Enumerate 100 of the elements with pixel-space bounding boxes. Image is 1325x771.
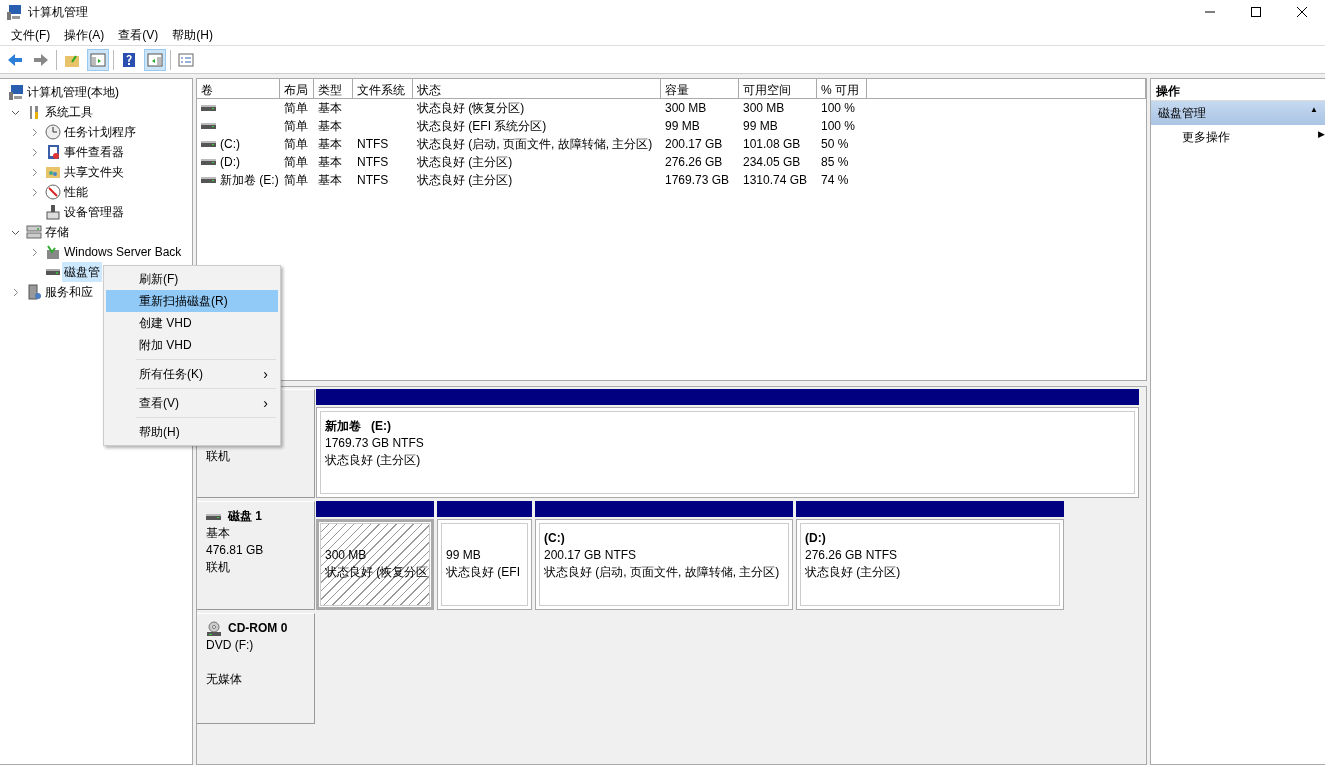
column-header[interactable]: 容量 [661, 79, 739, 99]
window-title: 计算机管理 [28, 4, 88, 21]
close-icon [1297, 7, 1307, 17]
menu-item[interactable]: 查看(V) › [106, 392, 278, 414]
tree-item[interactable]: Windows Server Back [62, 242, 184, 262]
drive-icon [201, 176, 217, 184]
checklist-icon [178, 51, 194, 68]
partition-status: 状态良好 (主分区) [325, 452, 422, 469]
pane-icon [90, 51, 106, 68]
disk-info: 联机 [206, 448, 231, 465]
column-header[interactable]: 布局 [280, 79, 314, 99]
folder-icon [45, 164, 61, 180]
partition-size: 1769.73 GB NTFS [325, 435, 425, 452]
server-icon [26, 284, 42, 300]
pane-button[interactable] [87, 48, 109, 71]
tree-item[interactable]: 事件查看器 [62, 142, 126, 162]
table-cell-text: 简单 [283, 100, 309, 117]
partition-size: 200.17 GB NTFS [544, 547, 638, 564]
table-cell-text: NTFS [356, 154, 390, 171]
partition-title: 新加卷 (E:) [325, 418, 392, 435]
partition-size: 276.26 GB NTFS [805, 547, 899, 564]
table-cell-text: 状态良好 (恢复分区) [416, 100, 526, 117]
drive-icon [206, 512, 222, 521]
tree-item[interactable]: 设备管理器 [62, 202, 126, 222]
table-cell-text: 200.17 GB [664, 136, 724, 153]
partition-size: 300 MB [325, 547, 368, 564]
table-cell-text: 300 MB [664, 100, 708, 117]
tree-item[interactable]: 任务计划程序 [62, 122, 138, 142]
menu-item[interactable]: 查看(V) [111, 23, 166, 46]
tree-item[interactable]: 计算机管理(本地) [25, 82, 121, 102]
partition[interactable]: (C:) 200.17 GB NTFS 状态良好 (启动, 页面文件, 故障转储, 主分区) [535, 519, 793, 610]
table-cell-text: 简单 [283, 154, 309, 171]
menu-item[interactable]: 操作(A) [57, 23, 112, 46]
table-cell-text: 状态良好 (主分区) [416, 172, 514, 189]
table-cell-text: 简单 [283, 118, 309, 135]
partition-title: (D:) [805, 530, 827, 547]
tree-item[interactable]: 系统工具 [43, 102, 95, 122]
column-header[interactable]: 可用空间 [739, 79, 817, 99]
table-cell-text: (C:) [220, 136, 240, 153]
table-cell-text: 300 MB [742, 100, 786, 117]
partition-status: 状态良好 (启动, 页面文件, 故障转储, 主分区) [544, 564, 781, 581]
tree-item[interactable]: 存储 [43, 222, 71, 242]
partition[interactable]: 99 MB 状态良好 (EFI [437, 519, 532, 610]
disk-info: 联机 [206, 559, 231, 576]
storage-icon [26, 224, 42, 240]
disk-name: CD-ROM 0 [228, 620, 288, 637]
partition-status: 状态良好 (主分区) [805, 564, 902, 581]
table-cell-text: 状态良好 (主分区) [416, 154, 514, 171]
action-item[interactable]: 更多操作 ▶ [1151, 125, 1325, 147]
table-cell-text: 简单 [283, 136, 309, 153]
partition[interactable]: 300 MB 状态良好 (恢复分区 [316, 519, 434, 610]
table-cell-text: 74 % [820, 172, 850, 189]
maximize-icon [1251, 7, 1261, 17]
menu-item[interactable]: 帮助(H) [165, 23, 220, 46]
disk-info: 476.81 GB [206, 542, 265, 559]
table-cell-text: 新加卷 (E:) [220, 172, 279, 189]
device-icon [45, 204, 61, 220]
column-header[interactable]: 卷 [197, 79, 280, 99]
column-header[interactable]: 类型 [314, 79, 353, 99]
table-cell-text: 99 MB [742, 118, 779, 135]
column-header[interactable]: 状态 [413, 79, 661, 99]
table-cell-text: 100 % [820, 118, 857, 135]
action-section[interactable]: 磁盘管理 ▲ [1151, 101, 1325, 125]
tree-item[interactable]: 性能 [62, 182, 90, 202]
gauge-icon [45, 184, 61, 200]
menu-item[interactable]: 创建 VHD [106, 312, 278, 334]
partition[interactable]: (D:) 276.26 GB NTFS 状态良好 (主分区) [796, 519, 1064, 610]
table-cell-text: 85 % [820, 154, 850, 171]
partition-title: (C:) [544, 530, 566, 547]
table-cell-text: 99 MB [664, 118, 701, 135]
menu-item[interactable]: 重新扫描磁盘(R) [106, 290, 278, 312]
partition-size: 99 MB [446, 547, 482, 564]
table-cell-text: 基本 [317, 172, 343, 189]
clock-icon [45, 124, 61, 140]
pane-icon [147, 51, 163, 68]
partition[interactable]: 新加卷 (E:) 1769.73 GB NTFS 状态良好 (主分区) [316, 407, 1139, 498]
tree-item[interactable]: 磁盘管 [62, 262, 102, 282]
tree-item[interactable]: 服务和应 [43, 282, 95, 302]
partition-status: 状态良好 (EFI [446, 564, 521, 581]
computer-icon [6, 4, 22, 20]
table-cell-text: 234.05 GB [742, 154, 802, 171]
disk-info: 基本 [206, 525, 231, 542]
drive-icon [201, 122, 217, 130]
menu-item[interactable]: 刷新(F) [106, 268, 278, 290]
tree-item[interactable]: 共享文件夹 [62, 162, 126, 182]
drive-icon [201, 140, 217, 148]
help-icon [121, 51, 137, 68]
table-cell-text: NTFS [356, 172, 390, 189]
table-cell-text: 基本 [317, 154, 343, 171]
column-header[interactable]: 文件系统 [353, 79, 413, 99]
back-icon [7, 51, 23, 68]
menu-item[interactable]: 附加 VHD [106, 334, 278, 356]
table-cell-text: NTFS [356, 136, 390, 153]
table-cell-text: 状态良好 (启动, 页面文件, 故障转储, 主分区) [416, 136, 654, 153]
menu-item[interactable]: 帮助(H) [106, 421, 278, 443]
table-cell-text: 50 % [820, 136, 850, 153]
menu-item[interactable]: 文件(F) [4, 23, 58, 46]
menu-item[interactable]: 所有任务(K) › [106, 363, 278, 385]
table-cell-text: 1310.74 GB [742, 172, 809, 189]
column-header[interactable]: % 可用 [817, 79, 867, 99]
